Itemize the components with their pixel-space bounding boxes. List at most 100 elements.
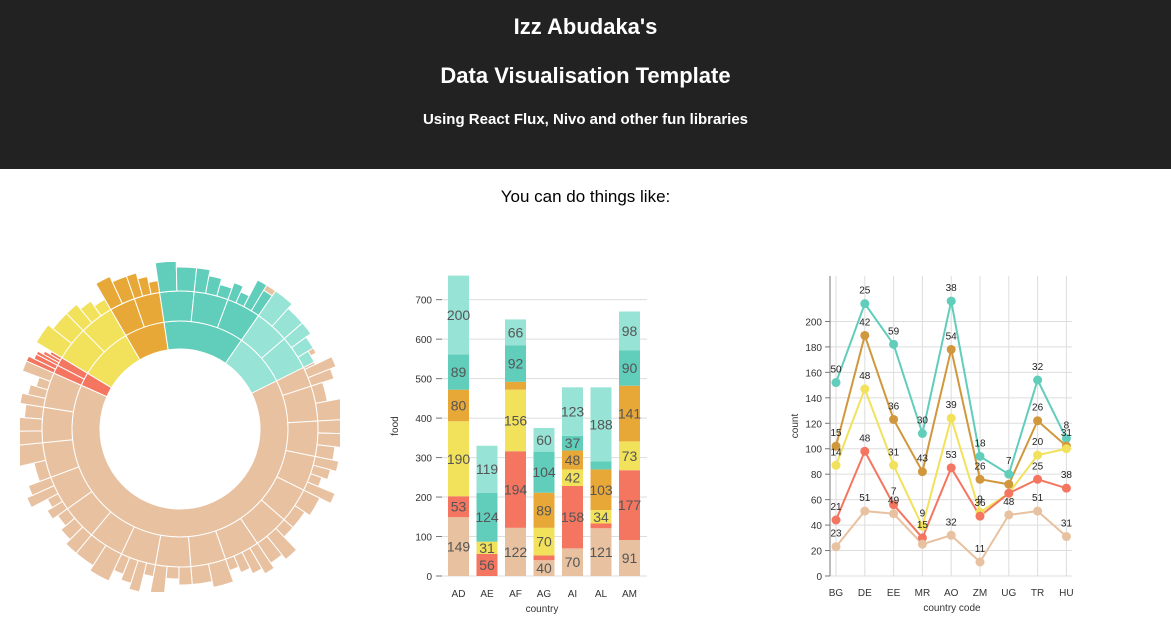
point-gold-EE[interactable] — [889, 414, 899, 424]
point-value-label: 38 — [946, 283, 958, 294]
sunburst-outer-pink[interactable] — [20, 416, 43, 432]
point-pink-HU[interactable] — [1061, 532, 1071, 542]
x-tick-label: AO — [944, 588, 959, 599]
sunburst-middle-pink[interactable] — [154, 534, 192, 568]
x-tick-label: UG — [1001, 588, 1016, 599]
point-red-DE[interactable] — [860, 446, 870, 456]
point-gold-MR[interactable] — [917, 467, 927, 477]
point-teal-MR[interactable] — [917, 428, 927, 438]
sunburst-outer-teal[interactable] — [154, 262, 178, 294]
point-value-label: 48 — [859, 433, 871, 444]
point-yellow-HU[interactable] — [1061, 444, 1071, 454]
x-tick-label: HU — [1059, 588, 1073, 599]
y-axis-label: food — [390, 416, 401, 435]
point-value-label: 15 — [830, 428, 842, 439]
point-pink-BG[interactable] — [831, 542, 841, 552]
point-value-label: 20 — [1032, 437, 1044, 448]
sunburst-outer-pink[interactable] — [317, 419, 340, 435]
point-red-TR[interactable] — [1033, 474, 1043, 484]
x-tick-label: AL — [595, 589, 608, 600]
point-value-label: 53 — [946, 450, 958, 461]
point-pink-DE[interactable] — [860, 506, 870, 516]
point-pink-MR[interactable] — [917, 539, 927, 549]
bar-value-label: 66 — [508, 324, 524, 340]
point-gold-AO[interactable] — [946, 344, 956, 354]
point-teal-TR[interactable] — [1033, 375, 1043, 385]
x-axis-label: country — [526, 604, 559, 615]
point-value-label: 39 — [946, 400, 958, 411]
x-tick-label: AE — [480, 589, 494, 600]
point-pink-EE[interactable] — [889, 509, 899, 519]
bar-value-label: 53 — [451, 499, 467, 515]
bar-value-label: 121 — [589, 544, 613, 560]
point-red-BG[interactable] — [831, 515, 841, 525]
y-tick-label: 20 — [811, 547, 823, 558]
point-value-label: 18 — [974, 438, 986, 449]
bar-value-label: 48 — [565, 452, 581, 468]
x-axis-label: country code — [923, 603, 981, 614]
bar-value-label: 190 — [447, 451, 471, 467]
point-pink-AO[interactable] — [946, 530, 956, 540]
point-yellow-AO[interactable] — [946, 413, 956, 423]
point-teal-AO[interactable] — [946, 296, 956, 306]
stacked-bar-chart[interactable]: 0 100 200 300 400 500 600 700 149 53 190 80 89 200 AD 5… — [382, 268, 660, 630]
point-yellow-BG[interactable] — [831, 460, 841, 470]
point-yellow-EE[interactable] — [889, 460, 899, 470]
sunburst-outer-pink[interactable] — [190, 563, 213, 586]
point-red-HU[interactable] — [1061, 483, 1071, 493]
x-tick-label: AF — [509, 589, 522, 600]
sunburst-outer-pink[interactable] — [165, 565, 180, 580]
bar-value-label: 141 — [618, 406, 642, 422]
y-axis-label: count — [790, 414, 801, 439]
point-value-label: 14 — [830, 447, 842, 458]
bar-value-label: 122 — [504, 544, 528, 560]
point-gold-ZM[interactable] — [975, 474, 985, 484]
point-value-label: 43 — [917, 454, 929, 465]
bar-value-label: 177 — [618, 497, 642, 513]
line-chart[interactable]: 0 20 40 60 80 100 120 140 160 180 200 50 25 59 30 38 18 7… — [780, 250, 1171, 630]
point-yellow-TR[interactable] — [1033, 450, 1043, 460]
point-teal-EE[interactable] — [889, 339, 899, 349]
point-pink-ZM[interactable] — [975, 557, 985, 567]
point-value-label: 26 — [974, 461, 986, 472]
point-teal-UG[interactable] — [1004, 469, 1014, 479]
point-gold-UG[interactable] — [1004, 479, 1014, 489]
sunburst-outer-teal[interactable] — [175, 266, 198, 293]
point-teal-ZM[interactable] — [975, 451, 985, 461]
y-tick-label: 160 — [805, 368, 822, 379]
bar-value-label: 119 — [476, 461, 499, 477]
point-pink-TR[interactable] — [1033, 506, 1043, 516]
point-yellow-DE[interactable] — [860, 384, 870, 394]
point-value-label: 50 — [830, 365, 842, 376]
bar-value-label: 56 — [479, 557, 495, 573]
x-tick-label: EE — [887, 588, 901, 599]
point-teal-BG[interactable] — [831, 378, 841, 388]
bar-value-label: 73 — [622, 448, 638, 464]
point-gold-DE[interactable] — [860, 330, 870, 340]
bar-value-label: 188 — [589, 416, 613, 432]
point-teal-DE[interactable] — [860, 299, 870, 309]
y-tick-label: 0 — [816, 572, 822, 583]
point-value-label: 26 — [1032, 403, 1044, 414]
bar-AF-orange[interactable] — [505, 381, 526, 390]
bar-value-label: 149 — [447, 539, 471, 555]
x-tick-label: DE — [858, 588, 872, 599]
sunburst-outer-pink[interactable] — [20, 430, 44, 446]
y-tick-label: 120 — [805, 419, 822, 430]
y-tick-label: 60 — [811, 496, 823, 507]
bar-AG-red[interactable] — [533, 555, 555, 561]
sunburst-middle-teal[interactable] — [159, 290, 195, 323]
point-red-AO[interactable] — [946, 463, 956, 473]
sunburst-outer-pink[interactable] — [178, 566, 193, 586]
x-tick-label: AM — [622, 589, 637, 600]
point-pink-UG[interactable] — [1004, 510, 1014, 520]
sunburst-middle-pink[interactable] — [41, 406, 74, 444]
point-gold-TR[interactable] — [1033, 416, 1043, 426]
point-red-ZM[interactable] — [975, 511, 985, 521]
bar-value-label: 80 — [451, 397, 467, 413]
y-tick-label: 100 — [805, 445, 822, 456]
bar-AL-teal[interactable] — [590, 461, 612, 470]
sunburst-chart[interactable] — [20, 262, 340, 592]
bar-value-label: 60 — [536, 432, 552, 448]
point-value-label: 51 — [859, 493, 871, 504]
